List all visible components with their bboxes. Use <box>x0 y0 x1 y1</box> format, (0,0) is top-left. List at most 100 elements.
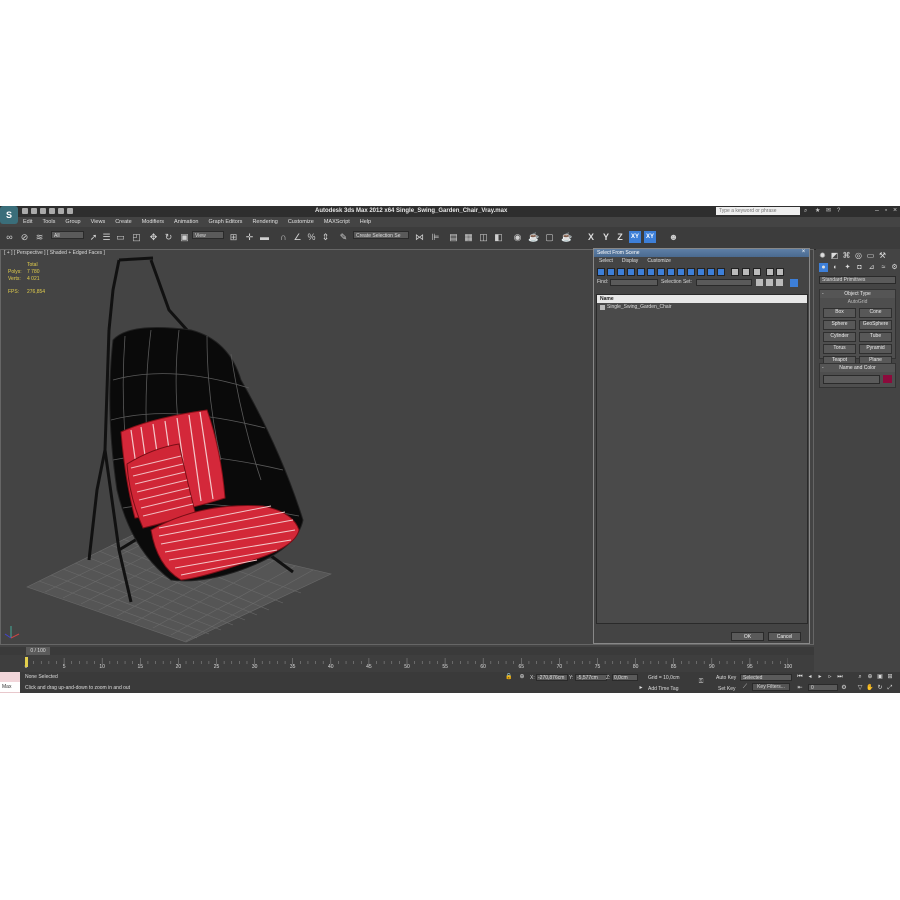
display-geometry-icon[interactable] <box>597 268 605 276</box>
zoom-extents-icon[interactable]: ▣ <box>876 673 884 681</box>
bind-space-warp-icon[interactable]: ≋ <box>34 232 45 243</box>
restrict-plane-cycle-button[interactable]: XY <box>644 231 656 243</box>
close-icon[interactable]: × <box>892 207 898 214</box>
field-of-view-icon[interactable]: ▽ <box>856 684 864 692</box>
application-button[interactable]: S <box>0 206 18 224</box>
object-name-input[interactable] <box>823 375 880 384</box>
object-type-rollout-header[interactable]: - Object Type <box>820 290 895 298</box>
filter-icon[interactable] <box>766 268 774 276</box>
menu-graph-editors[interactable]: Graph Editors <box>204 218 248 227</box>
search-input[interactable] <box>716 207 800 215</box>
select-none-icon[interactable] <box>742 268 750 276</box>
time-slider-handle[interactable]: 0 / 100 <box>26 647 50 655</box>
percent-snap-icon[interactable]: % <box>306 232 317 243</box>
viewport-label[interactable]: [ + ] [ Perspective ] [ Shaded + Edged F… <box>4 250 105 256</box>
lock-selection-icon[interactable]: 🔒 <box>505 673 513 681</box>
rotate-icon[interactable]: ↻ <box>163 232 174 243</box>
key-filters-button[interactable]: Key Filters... <box>752 683 790 691</box>
shapes-category-icon[interactable]: ◐ <box>831 263 840 272</box>
helpers-category-icon[interactable]: ⊿ <box>867 263 876 272</box>
ok-button[interactable]: OK <box>731 632 764 641</box>
utilities-tab-icon[interactable]: ⚒ <box>878 251 887 260</box>
display-containers-icon[interactable] <box>687 268 695 276</box>
geosphere-button[interactable]: GeoSphere <box>859 320 892 330</box>
snap-toggle-icon[interactable]: ∩ <box>278 232 289 243</box>
hierarchy-tab-icon[interactable]: ⌘ <box>842 251 851 260</box>
spinner-snap-icon[interactable]: ⇕ <box>320 232 331 243</box>
menu-group[interactable]: Group <box>60 218 85 227</box>
keyboard-shortcut-icon[interactable]: ▬ <box>259 232 270 243</box>
dialog-menu-customize[interactable]: Customize <box>642 257 675 266</box>
name-and-color-rollout-header[interactable]: - Name and Color <box>820 364 895 372</box>
delete-selection-set-icon[interactable] <box>776 279 783 286</box>
open-file-icon[interactable] <box>31 208 37 214</box>
menu-create[interactable]: Create <box>110 218 137 227</box>
current-frame-marker[interactable] <box>25 657 28 667</box>
box-button[interactable]: Box <box>823 308 856 318</box>
key-mode-toggle-icon[interactable]: ⇤ <box>796 684 804 692</box>
play-icon[interactable]: ▸ <box>816 673 824 681</box>
display-xrefs-icon[interactable] <box>667 268 675 276</box>
restrict-to-z-button[interactable]: Z <box>614 231 626 243</box>
menu-views[interactable]: Views <box>86 218 111 227</box>
select-by-name-icon[interactable]: ☰ <box>101 232 112 243</box>
tube-button[interactable]: Tube <box>859 332 892 342</box>
zoom-all-icon[interactable]: ⊕ <box>866 673 874 681</box>
display-hidden-icon[interactable] <box>707 268 715 276</box>
graphite-ribbon-icon[interactable]: ▦ <box>463 232 474 243</box>
torus-button[interactable]: Torus <box>823 344 856 354</box>
zoom-icon[interactable]: ⌕ <box>856 673 864 681</box>
menu-help[interactable]: Help <box>355 218 376 227</box>
minimize-icon[interactable]: – <box>874 207 880 214</box>
spacewarps-category-icon[interactable]: ≈ <box>879 263 888 272</box>
sphere-button[interactable]: Sphere <box>823 320 856 330</box>
layer-manager-icon[interactable]: ▤ <box>448 232 459 243</box>
scale-icon[interactable]: ▣ <box>179 232 190 243</box>
reference-coordinate-dropdown[interactable]: View <box>192 231 224 239</box>
menu-customize[interactable]: Customize <box>283 218 319 227</box>
schematic-view-icon[interactable]: ◧ <box>493 232 504 243</box>
restrict-to-y-button[interactable]: Y <box>600 231 612 243</box>
display-space-warps-icon[interactable] <box>647 268 655 276</box>
edit-named-selection-icon[interactable]: ✎ <box>338 232 349 243</box>
render-setup-icon[interactable]: ☕ <box>528 232 539 243</box>
project-folder-icon[interactable] <box>67 208 73 214</box>
pivot-center-icon[interactable]: ⊞ <box>228 232 239 243</box>
next-frame-icon[interactable]: ▹ <box>826 673 834 681</box>
menu-tools[interactable]: Tools <box>37 218 60 227</box>
maximize-viewport-icon[interactable]: ⤢ <box>886 684 894 692</box>
display-groups-icon[interactable] <box>657 268 665 276</box>
close-icon[interactable]: × <box>800 249 807 256</box>
select-all-icon[interactable] <box>731 268 739 276</box>
restrict-to-x-button[interactable]: X <box>585 231 597 243</box>
help-icon[interactable]: ? <box>837 208 843 214</box>
list-item[interactable]: Single_Swing_Garden_Chair <box>597 303 807 311</box>
find-input[interactable] <box>610 279 658 286</box>
edit-selection-set-icon[interactable] <box>766 279 773 286</box>
motion-tab-icon[interactable]: ◎ <box>854 251 863 260</box>
autogrid-checkbox[interactable]: AutoGrid <box>820 299 895 305</box>
time-slider[interactable]: 0 / 100 <box>0 647 814 655</box>
track-bar[interactable]: 0 5 10 15 20 25 30 35 40 45 50 55 60 65 70 75 80 85 90 95 10… <box>0 655 814 672</box>
create-selection-set-icon[interactable] <box>756 279 763 286</box>
display-frozen-icon[interactable] <box>697 268 705 276</box>
window-crossing-icon[interactable]: ◰ <box>131 232 142 243</box>
orbit-icon[interactable]: ↻ <box>876 684 884 692</box>
systems-category-icon[interactable]: ⚙ <box>890 263 899 272</box>
z-coordinate-field[interactable]: 0,0cm <box>612 674 638 681</box>
redo-icon[interactable] <box>58 208 64 214</box>
object-color-swatch[interactable] <box>883 375 892 383</box>
selection-filter-dropdown[interactable]: All <box>51 231 84 239</box>
default-in-out-tangents-icon[interactable]: ⟋ <box>741 683 749 691</box>
primitive-type-dropdown[interactable]: Standard Primitives <box>819 276 896 284</box>
menu-edit[interactable]: Edit <box>18 218 37 227</box>
display-helpers-icon[interactable] <box>637 268 645 276</box>
time-tag-icon[interactable]: ▸ <box>637 684 645 692</box>
menu-modifiers[interactable]: Modifiers <box>137 218 169 227</box>
add-time-tag[interactable]: Add Time Tag <box>648 686 678 692</box>
cone-button[interactable]: Cone <box>859 308 892 318</box>
auto-key-button[interactable]: Auto Key <box>716 675 736 681</box>
restrict-to-xy-button[interactable]: XY <box>629 231 641 243</box>
rectangular-region-icon[interactable]: ▭ <box>115 232 126 243</box>
filter-options-icon[interactable] <box>776 268 784 276</box>
